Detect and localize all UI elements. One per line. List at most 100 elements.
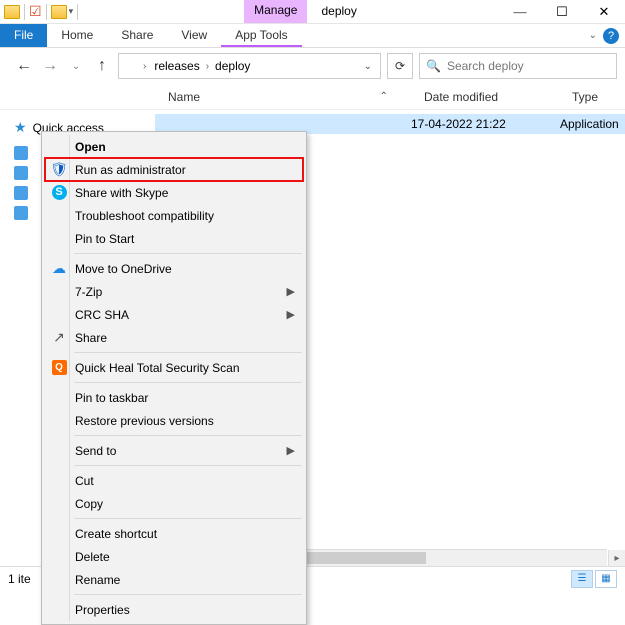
large-icons-view-button[interactable]: ▦ [595, 570, 617, 588]
menu-item-onedrive[interactable]: ☁Move to OneDrive [45, 257, 303, 280]
app-tools-tab[interactable]: App Tools [221, 24, 301, 47]
menu-item-delete[interactable]: Delete [45, 545, 303, 568]
view-tab[interactable]: View [167, 24, 221, 47]
menu-item-troubleshoot[interactable]: Troubleshoot compatibility [45, 204, 303, 227]
menu-item-shortcut[interactable]: Create shortcut [45, 522, 303, 545]
properties-qat-icon[interactable]: ☑ [29, 3, 42, 20]
ribbon-tabs: File Home Share View App Tools ⌄ ? [0, 24, 625, 48]
drive-icon [14, 146, 28, 160]
cloud-icon: ☁ [49, 260, 69, 278]
submenu-arrow-icon: ▶ [287, 308, 295, 321]
menu-item-quickheal[interactable]: QQuick Heal Total Security Scan [45, 356, 303, 379]
blank-icon [49, 442, 69, 460]
drive-icon [14, 206, 28, 220]
menu-item-rename[interactable]: Rename [45, 568, 303, 591]
address-bar[interactable]: › releases › deploy ⌄ [118, 53, 381, 79]
maximize-button[interactable] [541, 0, 583, 23]
column-header-type[interactable]: Type [564, 90, 625, 104]
blank-icon [49, 412, 69, 430]
file-tab[interactable]: File [0, 24, 47, 47]
up-button[interactable]: ↑ [92, 57, 112, 75]
column-header-name[interactable]: Name ⌃ [160, 90, 416, 104]
menu-item-label: Create shortcut [69, 527, 157, 541]
quick-access-toolbar: ☑ ▾ [0, 0, 84, 23]
breadcrumb-segment[interactable]: deploy [211, 57, 254, 75]
menu-item-label: Delete [69, 550, 110, 564]
menu-item-pin-taskbar[interactable]: Pin to taskbar [45, 386, 303, 409]
separator [77, 4, 78, 20]
address-history-icon[interactable]: ⌄ [360, 61, 376, 72]
scroll-right-icon[interactable]: ▸ [608, 550, 625, 566]
breadcrumb-segment[interactable]: releases [150, 57, 203, 75]
shield-icon: 🛡 [49, 161, 69, 179]
contextual-tab-label: Manage [244, 0, 307, 23]
drive-icon [14, 166, 28, 180]
menu-separator [74, 518, 302, 519]
blank-icon [49, 389, 69, 407]
star-icon: ★ [14, 119, 27, 136]
folder-icon [4, 5, 20, 19]
home-tab[interactable]: Home [47, 24, 107, 47]
menu-separator [74, 435, 302, 436]
menu-item-label: Quick Heal Total Security Scan [69, 361, 240, 375]
skype-icon: S [49, 184, 69, 202]
details-view-button[interactable]: ☰ [571, 570, 593, 588]
cell-type: Application [560, 117, 619, 131]
search-box[interactable]: 🔍 Search deploy [419, 53, 617, 79]
blank-icon [49, 601, 69, 619]
menu-item-restore[interactable]: Restore previous versions [45, 409, 303, 432]
menu-item-copy[interactable]: Copy [45, 492, 303, 515]
menu-item-open[interactable]: Open [45, 135, 303, 158]
menu-item-label: Share [69, 331, 107, 345]
search-placeholder: Search deploy [447, 59, 524, 73]
new-folder-qat-icon[interactable] [51, 5, 67, 19]
window-controls [499, 0, 625, 23]
menu-item-crc[interactable]: CRC SHA▶ [45, 303, 303, 326]
status-text: 1 ite [8, 572, 31, 586]
minimize-button[interactable] [499, 0, 541, 23]
close-button[interactable] [583, 0, 625, 23]
chevron-right-icon[interactable]: › [206, 61, 209, 72]
menu-item-label: Properties [69, 603, 130, 617]
help-icon[interactable]: ? [603, 28, 619, 44]
context-menu: Open🛡Run as administratorSShare with Sky… [41, 131, 307, 625]
separator [24, 4, 25, 20]
menu-item-label: Run as administrator [69, 163, 186, 177]
menu-item-label: Pin to taskbar [69, 391, 148, 405]
ribbon-expand-icon[interactable]: ⌄ [589, 30, 597, 41]
column-header-date[interactable]: Date modified [416, 90, 564, 104]
menu-item-label: 7-Zip [69, 285, 102, 299]
menu-separator [74, 594, 302, 595]
forward-button[interactable]: → [40, 57, 60, 75]
navigation-bar: ← → ⌄ ↑ › releases › deploy ⌄ ⟳ 🔍 Search… [0, 48, 625, 84]
menu-separator [74, 382, 302, 383]
menu-item-properties[interactable]: Properties [45, 598, 303, 621]
menu-item-sendto[interactable]: Send to▶ [45, 439, 303, 462]
blank-icon [49, 472, 69, 490]
search-icon: 🔍 [426, 59, 441, 73]
menu-item-pin-start[interactable]: Pin to Start [45, 227, 303, 250]
menu-item-cut[interactable]: Cut [45, 469, 303, 492]
share-tab[interactable]: Share [107, 24, 167, 47]
submenu-arrow-icon: ▶ [287, 444, 295, 457]
refresh-button[interactable]: ⟳ [387, 53, 413, 79]
column-headers: Name ⌃ Date modified Type [0, 84, 625, 110]
menu-item-run-as-admin[interactable]: 🛡Run as administrator [45, 158, 303, 181]
menu-item-share-skype[interactable]: SShare with Skype [45, 181, 303, 204]
menu-item-label: Cut [69, 474, 94, 488]
sort-indicator-icon: ⌃ [380, 91, 408, 102]
recent-locations-icon[interactable]: ⌄ [66, 61, 86, 72]
qat-customize-icon[interactable]: ▾ [69, 6, 74, 17]
menu-item-share[interactable]: ↗Share [45, 326, 303, 349]
window-title: deploy [307, 0, 370, 23]
blank-icon [49, 138, 69, 156]
cell-date: 17-04-2022 21:22 [411, 117, 506, 131]
back-button[interactable]: ← [14, 57, 34, 75]
blank-icon [49, 230, 69, 248]
menu-item-7zip[interactable]: 7-Zip▶ [45, 280, 303, 303]
menu-item-label: Restore previous versions [69, 414, 214, 428]
chevron-right-icon[interactable]: › [143, 61, 146, 72]
menu-item-label: Troubleshoot compatibility [69, 209, 214, 223]
blank-icon [49, 495, 69, 513]
drive-icon [14, 186, 28, 200]
